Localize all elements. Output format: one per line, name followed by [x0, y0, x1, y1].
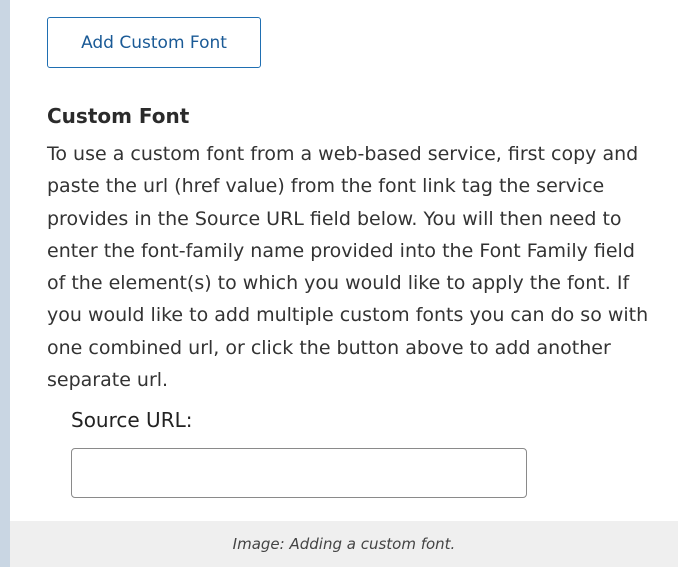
image-caption: Image: Adding a custom font. [232, 535, 456, 553]
custom-font-heading: Custom Font [47, 104, 190, 128]
custom-font-description: To use a custom font from a web-based se… [47, 143, 649, 392]
add-custom-font-button[interactable]: Add Custom Font [47, 17, 261, 68]
image-caption-bar: Image: Adding a custom font. [10, 521, 678, 567]
custom-font-panel: Add Custom Font Custom Font To use a cus… [10, 0, 678, 567]
source-url-input[interactable] [71, 448, 527, 498]
source-url-label: Source URL: [71, 408, 193, 432]
